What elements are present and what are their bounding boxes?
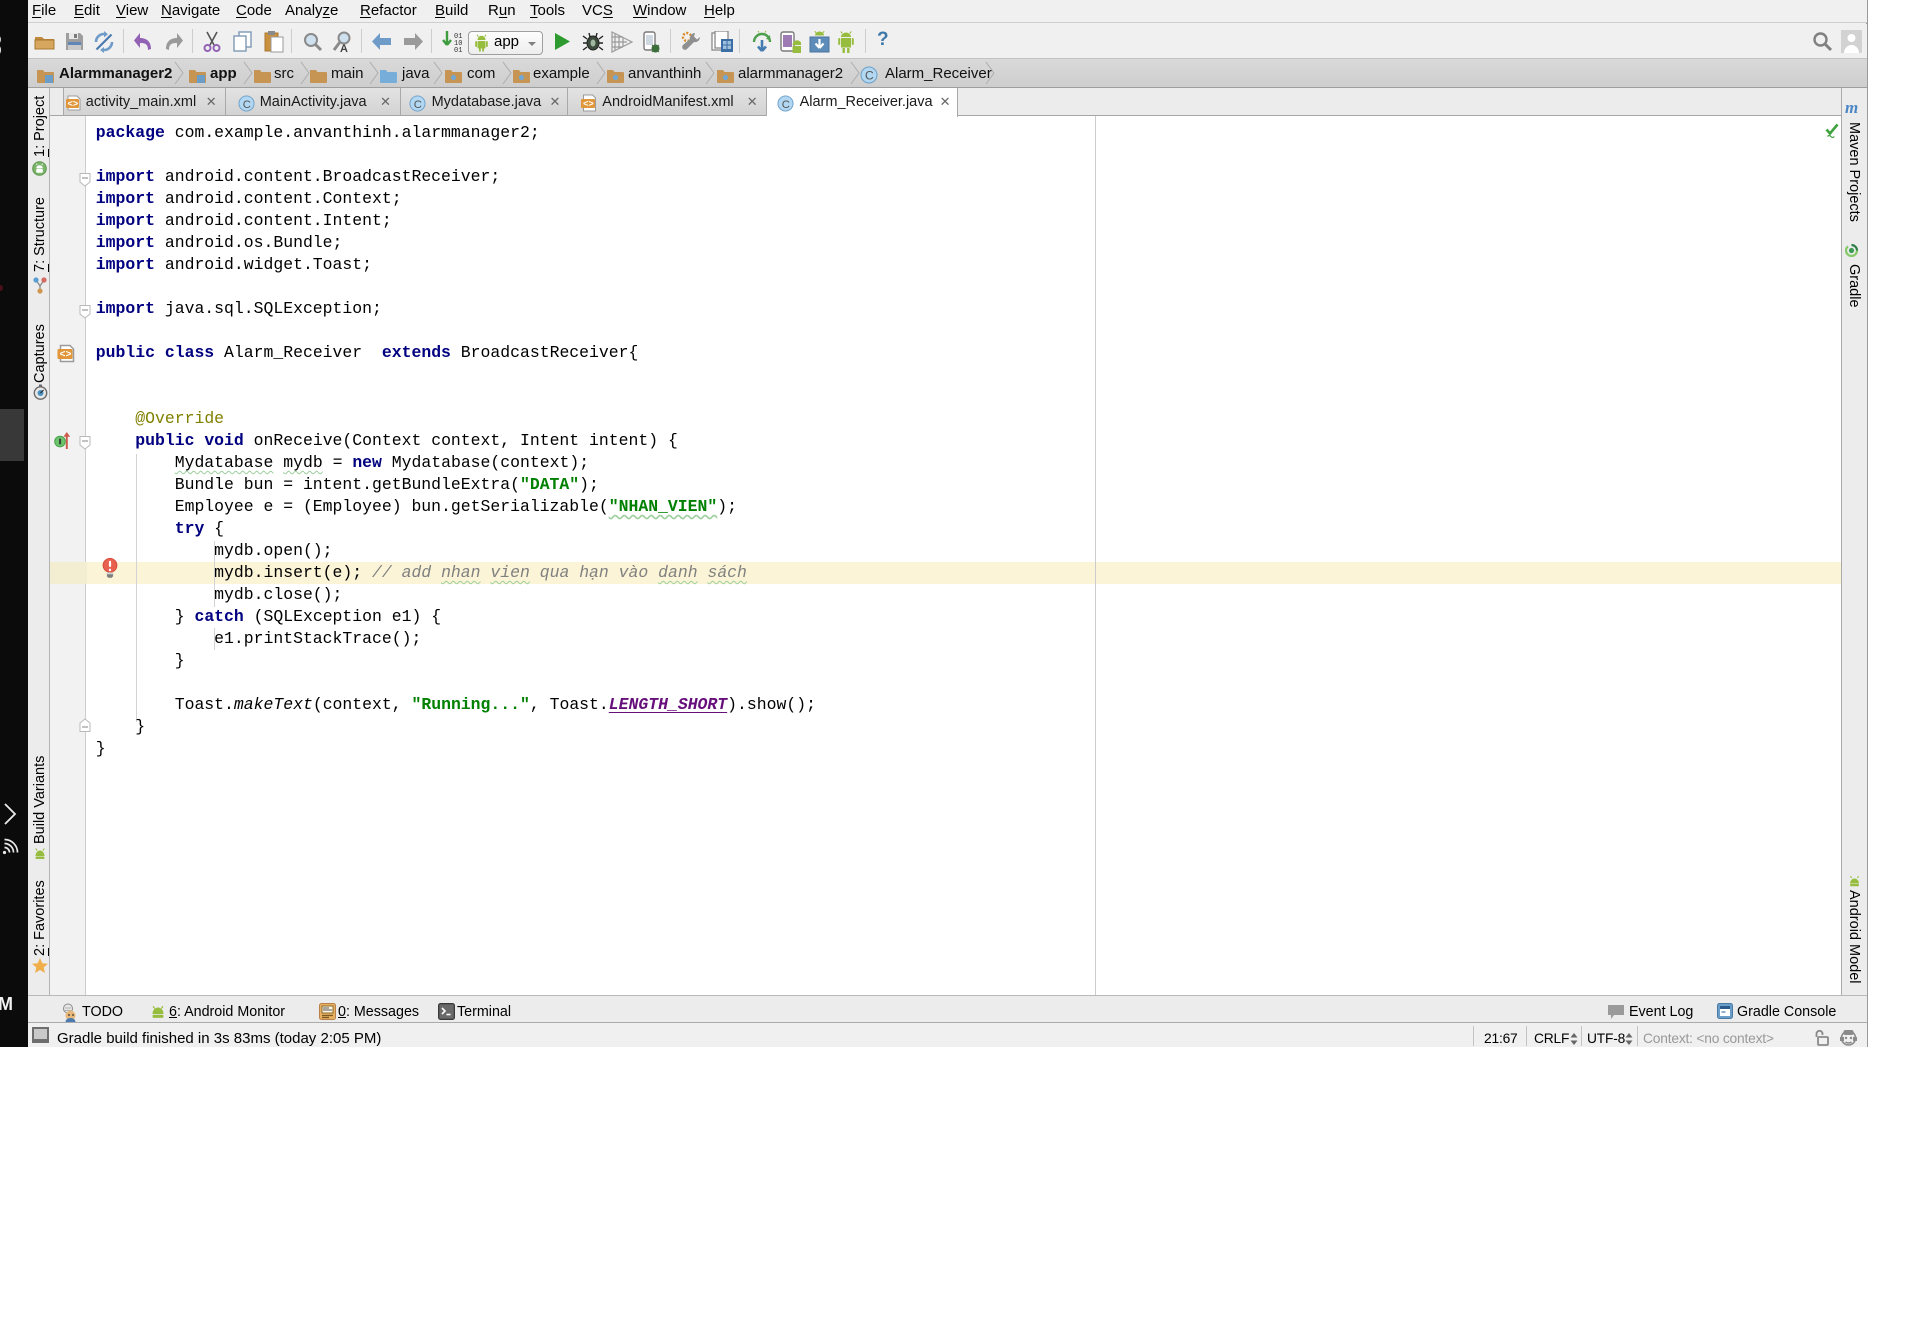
- svg-text:C: C: [865, 69, 874, 83]
- svg-text:01: 01: [454, 47, 462, 54]
- svg-text:<>: <>: [60, 350, 72, 361]
- svg-text:C: C: [414, 99, 422, 111]
- svg-text:<>: <>: [583, 100, 594, 110]
- svg-text:C: C: [243, 99, 251, 111]
- svg-text:C: C: [782, 99, 790, 111]
- svg-text:A: A: [340, 43, 348, 53]
- svg-text:<>: <>: [68, 100, 79, 110]
